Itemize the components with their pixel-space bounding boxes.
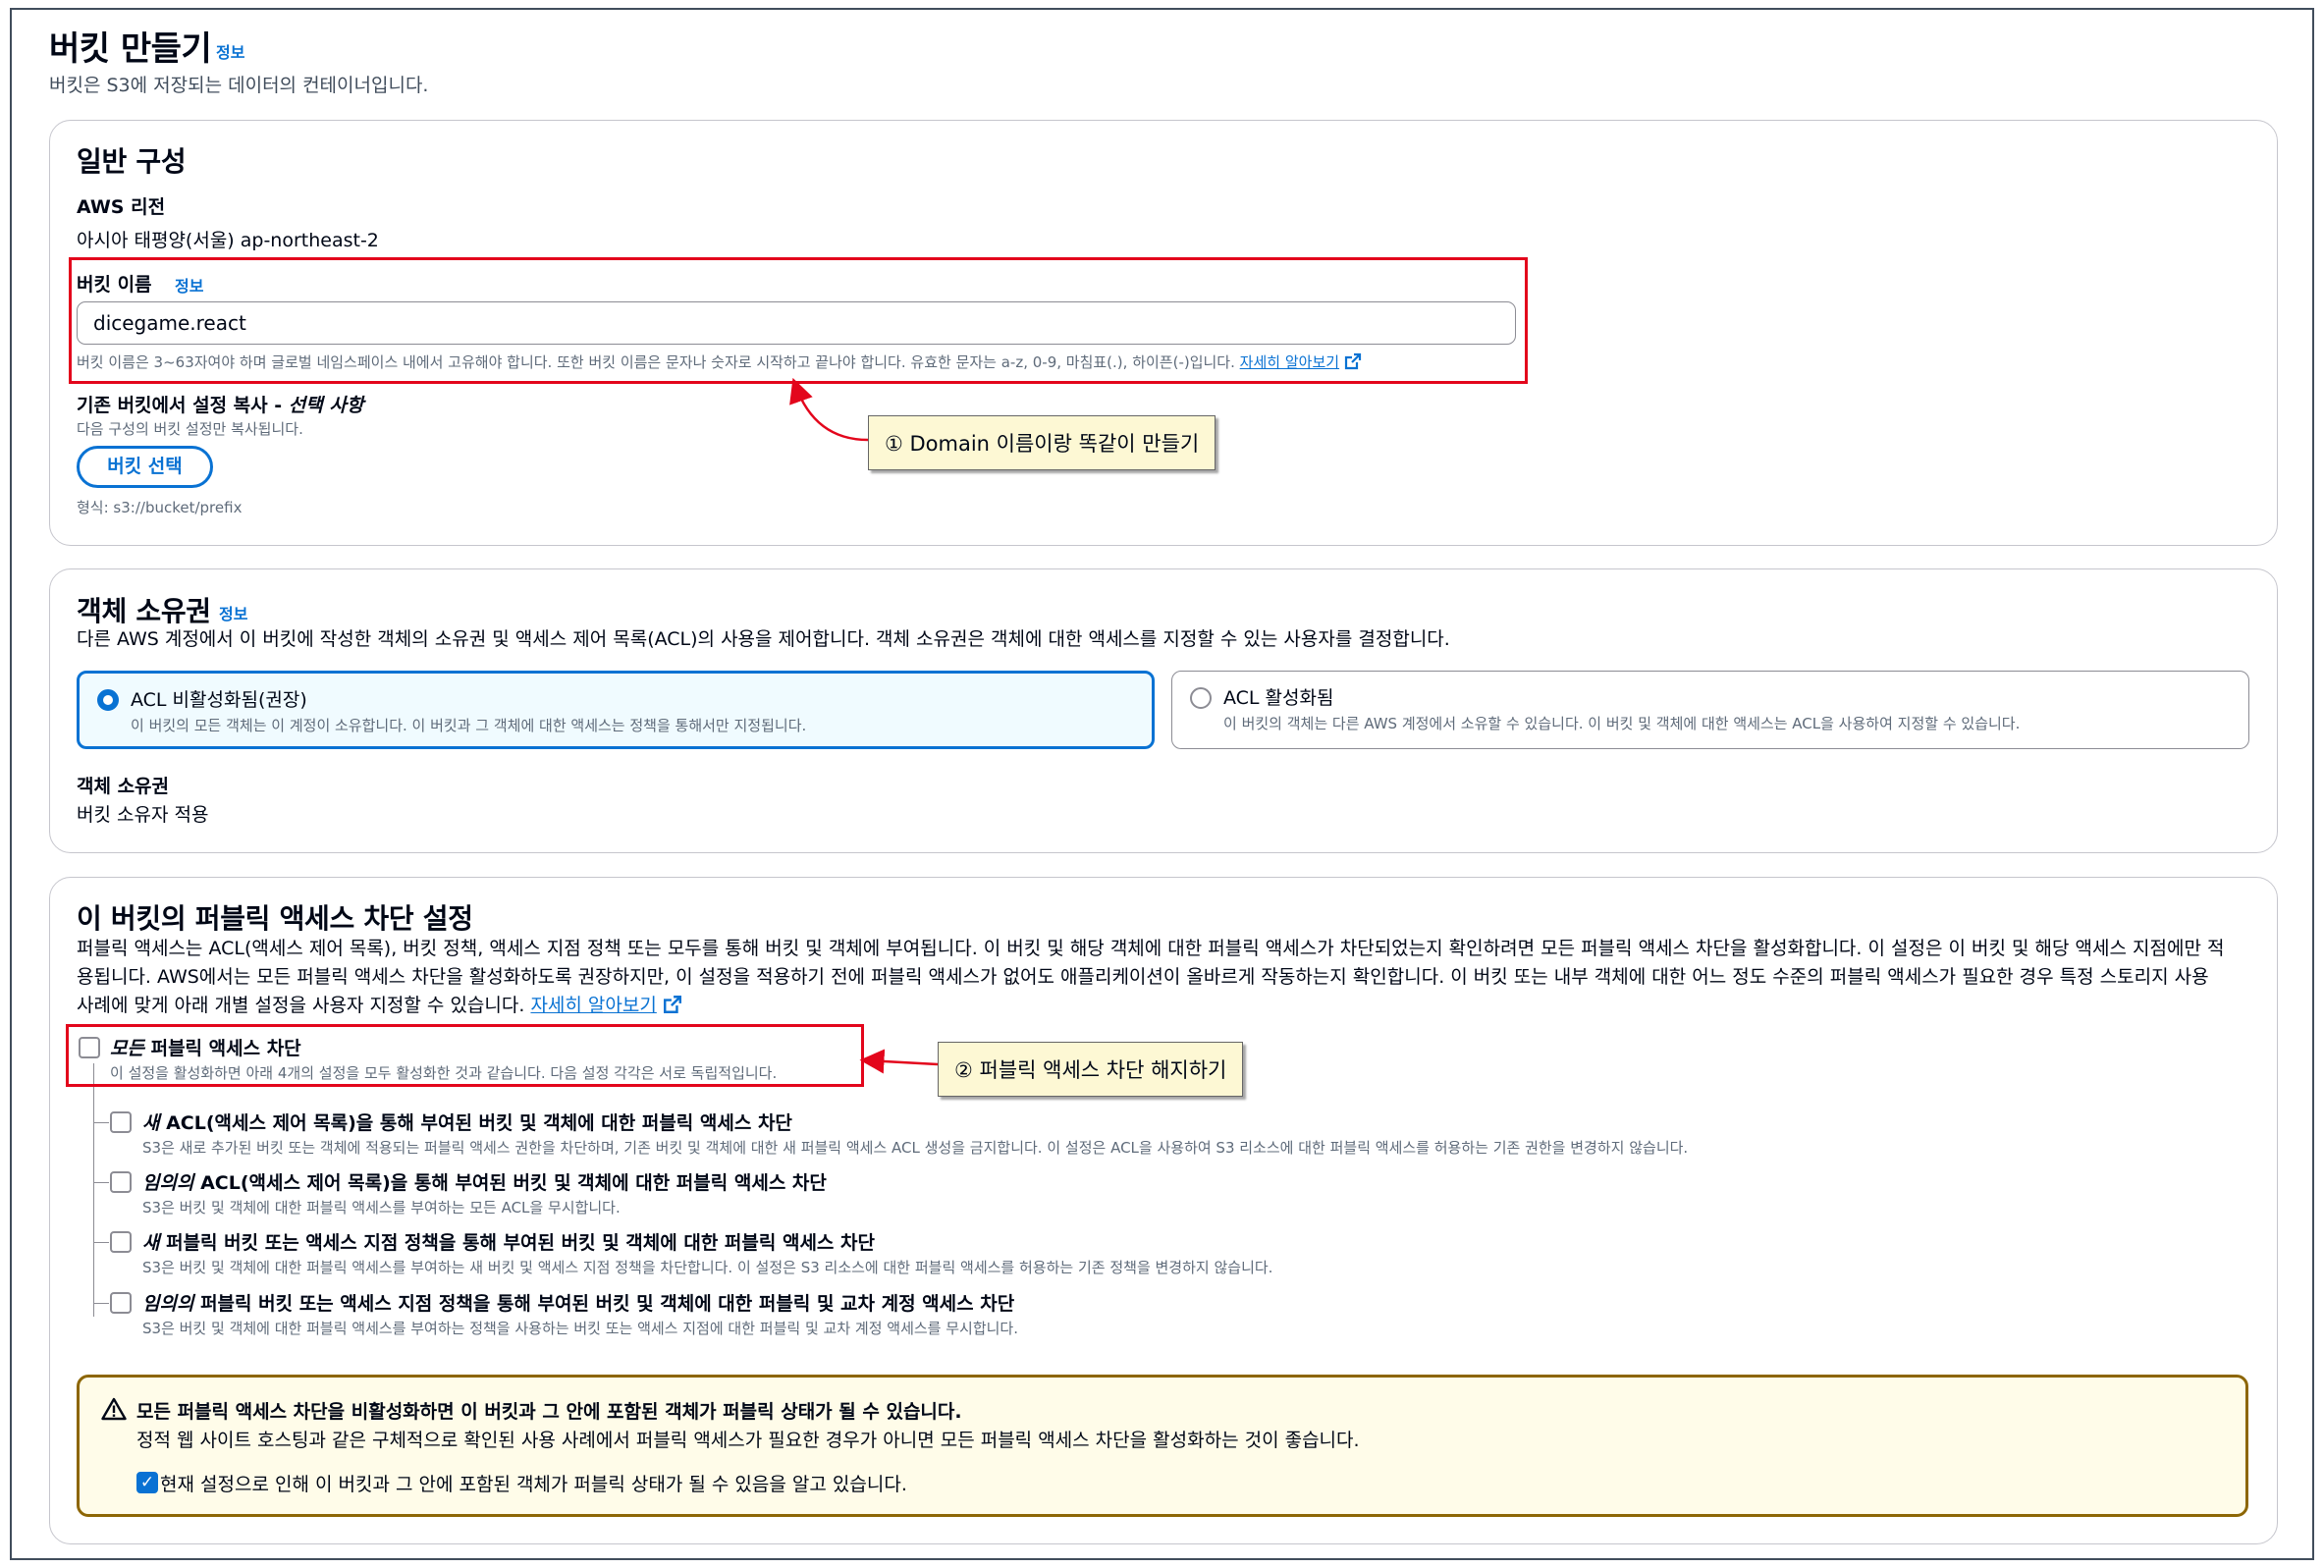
arrow-to-block-all (859, 1049, 939, 1074)
annotation-arrows (789, 377, 939, 1074)
arrow-to-bucket-name (789, 377, 869, 442)
